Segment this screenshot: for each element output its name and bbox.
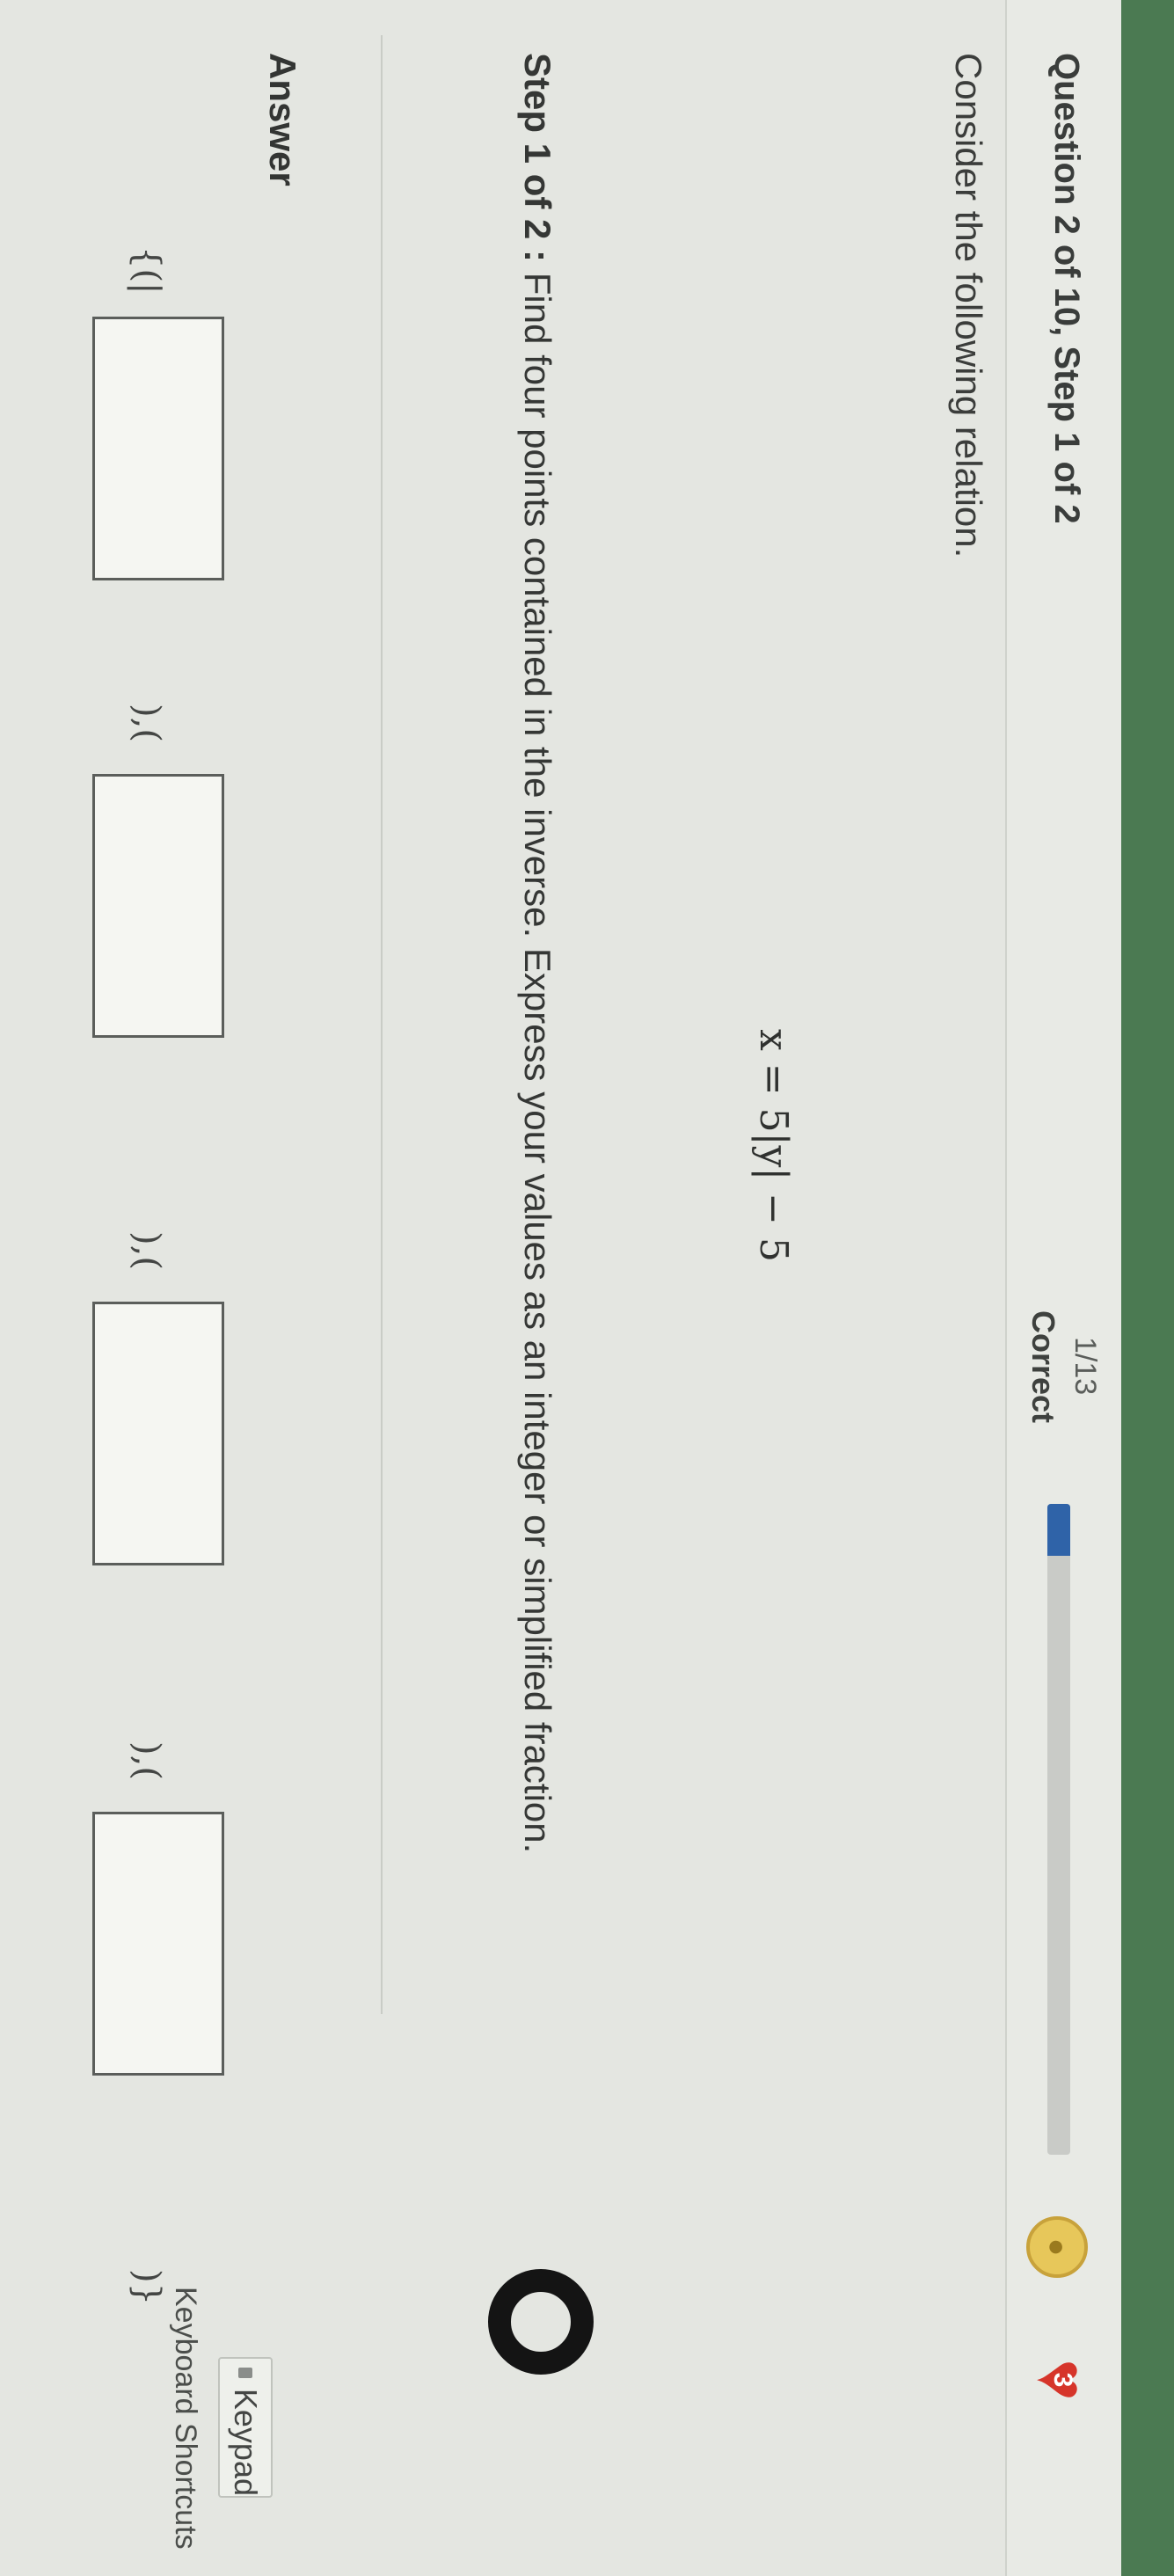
keypad-icon [238, 2368, 252, 2378]
answer-input-2[interactable] [92, 774, 224, 1038]
answer-sep-1: ),( [127, 704, 167, 742]
answer-input-4[interactable] [92, 1812, 224, 2076]
answer-input-3[interactable] [92, 1302, 224, 1565]
keypad-button[interactable]: Keypad [218, 2357, 273, 2498]
equation: x = 5|y| − 5 [751, 1029, 796, 1262]
answer-close: )} [127, 2269, 167, 2306]
divider [381, 35, 383, 2014]
question-title: Question 2 of 10, Step 1 of 2 [1047, 53, 1086, 524]
stage: Question 2 of 10, Step 1 of 2 1/13 Corre… [0, 0, 1174, 2576]
score-status: Correct [1025, 1310, 1061, 1424]
step-label: Step 1 of 2 : [517, 53, 558, 263]
step-instruction-text: Find four points contained in the invers… [517, 272, 558, 1854]
keyboard-shortcuts-link[interactable]: Keyboard Shortcuts [168, 2287, 202, 2550]
progress-fill [1047, 1504, 1070, 1557]
question-prompt: Consider the following relation. [948, 53, 989, 558]
answer-open: {(| [127, 246, 167, 295]
heart-count: 3 [1048, 2372, 1077, 2388]
step-instruction: Step 1 of 2 : Find four points contained… [516, 53, 558, 1853]
answer-sep-2: ),( [127, 1231, 167, 1270]
answer-input-1[interactable] [92, 317, 224, 580]
loading-cursor-icon [488, 2269, 594, 2375]
answer-sep-3: ),( [127, 1741, 167, 1780]
progress-bar [1047, 1504, 1070, 2155]
answer-label: Answer [262, 53, 303, 186]
score-fraction: 1/13 [1068, 1337, 1102, 1396]
coin-icon: ● [1026, 2216, 1088, 2278]
top-accent-bar [1121, 0, 1174, 2576]
keypad-label: Keypad [228, 2388, 264, 2496]
